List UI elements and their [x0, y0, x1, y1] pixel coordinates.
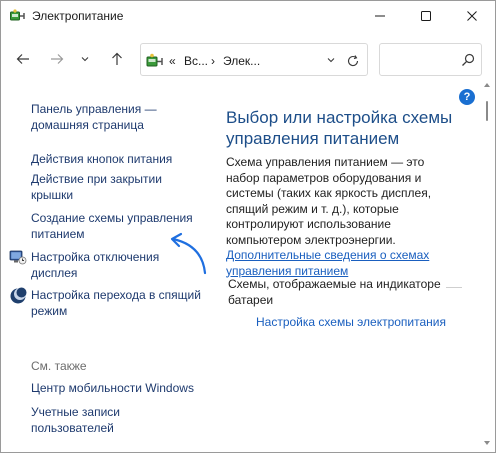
page-title: Выбор или настройка схемы управления пит…: [226, 108, 453, 148]
refresh-button[interactable]: [343, 51, 363, 71]
scroll-thumb[interactable]: [486, 101, 488, 121]
back-arrow-icon: [16, 54, 29, 64]
sidebar-item-sleep-mode[interactable]: Настройка перехода в спящий режим: [31, 287, 201, 319]
navigation-bar: « Вс... › Элек...: [1, 39, 495, 79]
forward-button[interactable]: [45, 47, 69, 71]
back-button[interactable]: [11, 47, 35, 71]
page-description: Схема управления питанием — это набор па…: [226, 155, 458, 279]
see-also-heading: См. также: [31, 359, 87, 373]
main-content: ? Выбор или настройка схемы управления п…: [206, 79, 481, 453]
address-separator[interactable]: ›: [211, 54, 215, 68]
up-button[interactable]: [105, 47, 129, 71]
power-options-icon: [146, 53, 163, 67]
forward-arrow-icon: [51, 54, 64, 64]
sidebar-item-power-button-actions[interactable]: Действия кнопок питания: [31, 151, 201, 167]
sidebar-item-user-accounts[interactable]: Учетные записи пользователей: [31, 404, 201, 436]
power-options-icon: [10, 9, 25, 21]
close-icon: [467, 11, 477, 21]
scroll-down-icon[interactable]: [484, 441, 490, 445]
section-divider: [446, 287, 462, 288]
recent-locations-button[interactable]: [77, 47, 93, 71]
help-icon[interactable]: ?: [459, 89, 475, 105]
address-dropdown-button[interactable]: [323, 52, 339, 68]
sidebar-item-lid-close-action[interactable]: Действие при закрытии крышки: [31, 171, 201, 203]
configure-power-plan-link[interactable]: Настройка схемы электропитания: [256, 315, 446, 329]
scroll-up-icon[interactable]: [484, 83, 490, 87]
refresh-icon: [347, 55, 359, 67]
minimize-button[interactable]: [357, 1, 403, 31]
up-arrow-icon: [112, 52, 122, 65]
sidebar-item-control-panel-home[interactable]: Панель управления — домашняя страница: [31, 101, 201, 133]
address-segment-power[interactable]: Элек...: [223, 54, 260, 68]
chevron-down-icon: [81, 57, 89, 62]
maximize-icon: [421, 11, 431, 21]
sidebar-item-mobility-center[interactable]: Центр мобильности Windows: [31, 380, 201, 396]
title-bar: Электропитание: [1, 1, 495, 31]
maximize-button[interactable]: [403, 1, 449, 31]
search-input[interactable]: [379, 43, 482, 76]
search-icon: [462, 53, 475, 66]
learn-more-link[interactable]: Дополнительные сведения о схемах управле…: [226, 248, 429, 278]
battery-meter-schemes-label: Схемы, отображаемые на индикаторе батаре…: [228, 277, 441, 307]
minimize-icon: [375, 15, 385, 17]
tasks-pane: Панель управления — домашняя страница Де…: [1, 79, 207, 453]
vertical-scrollbar[interactable]: [481, 79, 493, 451]
moon-icon: [10, 287, 27, 304]
address-segment-all[interactable]: Вс...: [184, 54, 208, 68]
display-icon: [9, 250, 27, 265]
window-title: Электропитание: [32, 9, 124, 23]
power-options-window: Электропитание « Вс... › Элек... Панель …: [0, 0, 496, 453]
close-button[interactable]: [449, 1, 495, 31]
address-overflow[interactable]: «: [169, 54, 176, 68]
chevron-down-icon: [327, 58, 335, 63]
description-text: Схема управления питанием — это набор па…: [226, 155, 432, 247]
address-bar[interactable]: « Вс... › Элек...: [140, 43, 368, 76]
